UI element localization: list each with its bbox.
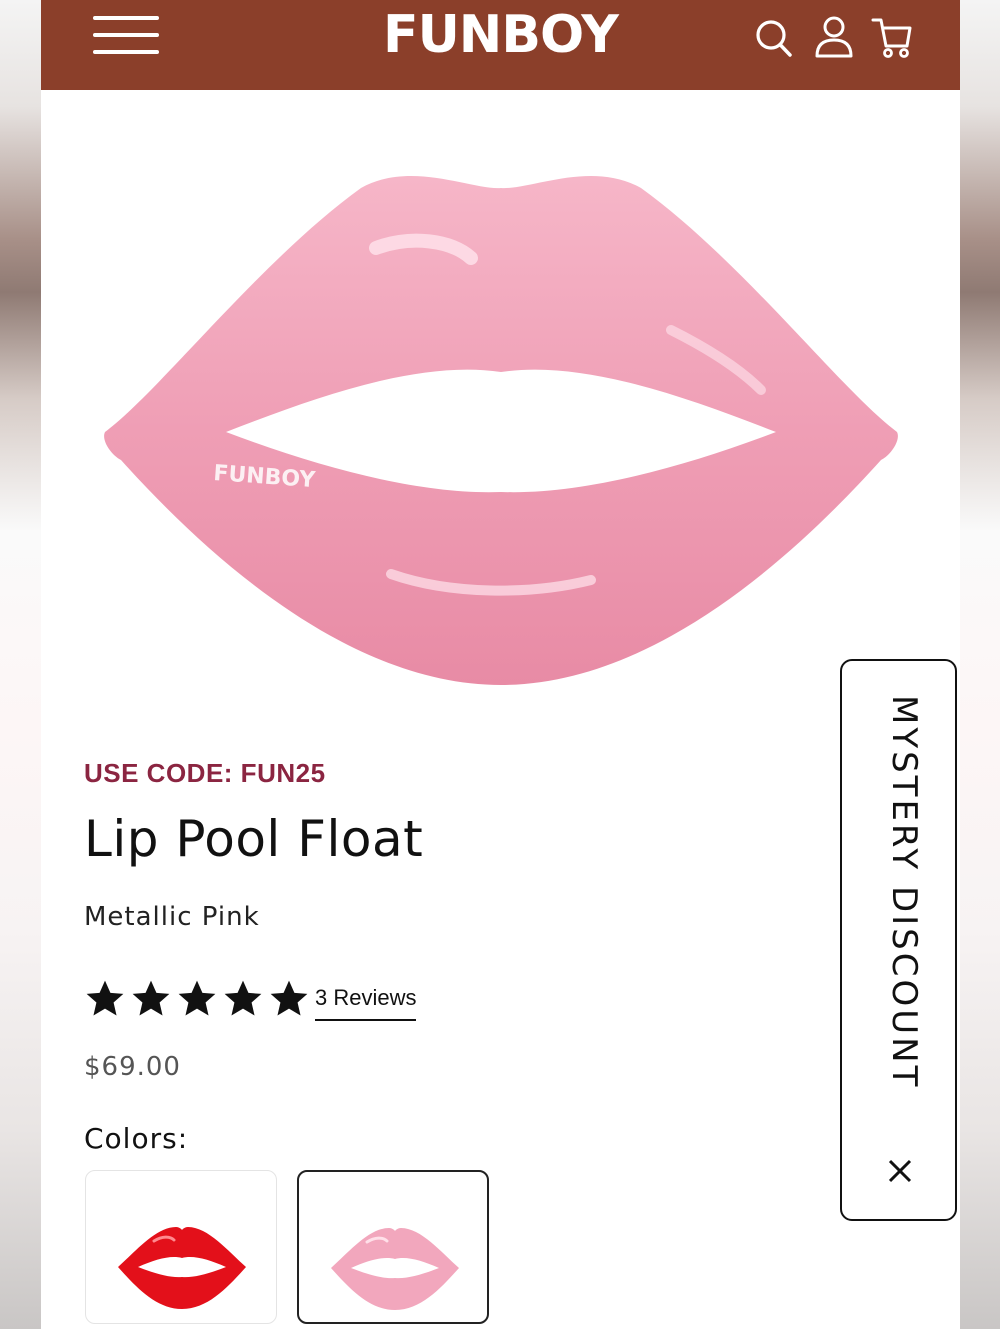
product-page: FUNBOY FUNBOY USE CODE: FUN25 Lip Pool F… [41,0,960,1329]
star-icon [270,980,308,1016]
colors-label: Colors: [84,1122,189,1155]
backdrop-right [959,0,1000,1329]
account-icon[interactable] [813,14,855,60]
product-variant: Metallic Pink [84,902,260,932]
rating-stars[interactable] [84,978,310,1020]
star-icon [178,980,216,1016]
backdrop-left [0,0,41,1329]
product-price: $69.00 [84,1052,181,1082]
product-image-lip-float[interactable]: FUNBOY [91,140,911,710]
site-header: FUNBOY [41,0,960,90]
product-title: Lip Pool Float [84,810,424,868]
color-swatch-pink[interactable] [297,1170,489,1324]
star-icon [224,980,262,1016]
close-icon[interactable] [884,1155,916,1187]
promo-code: USE CODE: FUN25 [84,758,326,788]
mystery-discount-label: MYSTERY DISCOUNT [884,695,924,1090]
mystery-discount-tab[interactable]: MYSTERY DISCOUNT [840,659,957,1221]
color-swatch-red[interactable] [85,1170,277,1324]
star-icon [132,980,170,1016]
star-icon [86,980,124,1016]
cart-icon[interactable] [871,14,913,60]
reviews-link[interactable]: 3 Reviews [315,985,417,1021]
search-icon[interactable] [753,14,795,60]
